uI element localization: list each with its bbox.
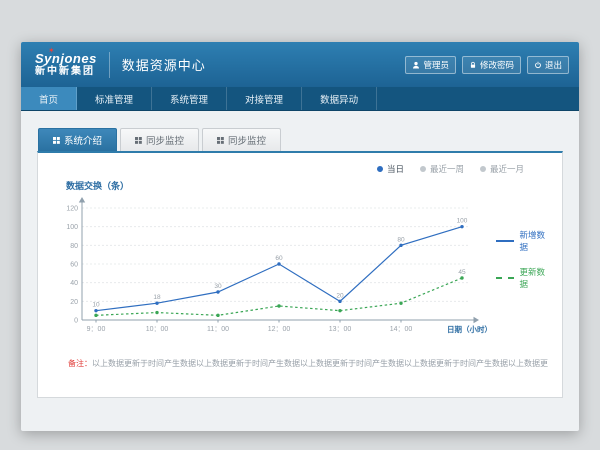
legend-item-updated-data: 更新数据 bbox=[496, 266, 548, 290]
logo-subtext: 新中新集团 bbox=[35, 67, 97, 77]
logo-text: Synjones bbox=[35, 52, 97, 65]
grid-icon bbox=[135, 137, 142, 144]
svg-text:9：00: 9：00 bbox=[87, 326, 106, 333]
change-password-button[interactable]: 修改密码 bbox=[462, 56, 521, 74]
filter-last-month[interactable]: 最近一月 bbox=[480, 163, 524, 175]
nav-item-standard-mgmt[interactable]: 标准管理 bbox=[77, 87, 152, 110]
svg-text:11：00: 11：00 bbox=[207, 326, 229, 333]
period-filter-group: 当日 最近一周 最近一月 bbox=[52, 163, 524, 175]
svg-text:20: 20 bbox=[70, 299, 78, 306]
content-area: 系统介绍 同步监控 同步监控 当日 最近一周 bbox=[21, 111, 579, 398]
header-divider bbox=[109, 52, 110, 78]
svg-text:13：00: 13：00 bbox=[329, 326, 352, 333]
admin-button[interactable]: 管理员 bbox=[405, 56, 456, 74]
svg-text:10：00: 10：00 bbox=[146, 326, 169, 333]
svg-text:30: 30 bbox=[214, 283, 222, 290]
logo: Synjones ✶ 新中新集团 bbox=[35, 52, 97, 77]
main-nav: 首页 标准管理 系统管理 对接管理 数据异动 bbox=[21, 87, 579, 111]
app-header: Synjones ✶ 新中新集团 数据资源中心 管理员 修改密码 退出 bbox=[21, 42, 579, 87]
svg-text:10: 10 bbox=[92, 302, 100, 309]
app-window: Synjones ✶ 新中新集团 数据资源中心 管理员 修改密码 退出 首页 标… bbox=[21, 42, 579, 431]
tab-system-intro[interactable]: 系统介绍 bbox=[38, 128, 117, 151]
nav-item-data-change[interactable]: 数据异动 bbox=[302, 87, 377, 110]
svg-text:日期（小时）: 日期（小时） bbox=[447, 324, 492, 334]
y-axis-label: 数据交换（条） bbox=[66, 179, 548, 192]
note-text: 以上数据更新于时间产生数据以上数据更新于时间产生数据以上数据更新于时间产生数据以… bbox=[92, 359, 548, 368]
line-sample-icon bbox=[496, 277, 514, 279]
app-title: 数据资源中心 bbox=[122, 55, 206, 74]
tab-sync-monitor-2[interactable]: 同步监控 bbox=[202, 128, 281, 151]
lock-icon bbox=[469, 61, 477, 69]
svg-text:80: 80 bbox=[397, 236, 405, 243]
legend-item-new-data: 新增数据 bbox=[496, 229, 548, 253]
chart-row: 0 20 40 60 80 100 120 9：00 10：00 11：00 12：00 13：00 1… bbox=[52, 192, 548, 344]
line-sample-icon bbox=[496, 240, 514, 242]
series-legend: 新增数据 更新数据 bbox=[496, 229, 548, 290]
tab-label: 系统介绍 bbox=[64, 133, 102, 147]
logout-button[interactable]: 退出 bbox=[527, 56, 569, 74]
admin-button-label: 管理员 bbox=[423, 59, 449, 71]
svg-text:80: 80 bbox=[70, 243, 78, 250]
footnote: 备注：以上数据更新于时间产生数据以上数据更新于时间产生数据以上数据更新于时间产生… bbox=[68, 358, 548, 369]
dot-icon bbox=[480, 166, 486, 172]
desktop-background: { "header": { "logo_text": "Synjones", "… bbox=[0, 0, 600, 450]
logo-star-icon: ✶ bbox=[48, 47, 55, 55]
svg-text:45: 45 bbox=[458, 269, 466, 276]
nav-item-home[interactable]: 首页 bbox=[21, 87, 77, 110]
svg-text:40: 40 bbox=[70, 280, 78, 287]
tab-label: 同步监控 bbox=[228, 133, 266, 147]
legend-label: 更新数据 bbox=[519, 266, 548, 290]
grid-icon bbox=[53, 137, 60, 144]
svg-text:14：00: 14：00 bbox=[390, 326, 413, 333]
legend-label: 新增数据 bbox=[519, 229, 548, 253]
dot-icon bbox=[420, 166, 426, 172]
svg-text:18: 18 bbox=[153, 294, 161, 301]
grid-icon bbox=[217, 137, 224, 144]
dot-icon bbox=[377, 166, 383, 172]
svg-text:100: 100 bbox=[66, 224, 78, 231]
nav-item-integration-mgmt[interactable]: 对接管理 bbox=[227, 87, 302, 110]
chart-panel: 当日 最近一周 最近一月 数据交换（条） 0 20 40 60 80 100 120 9：00… bbox=[37, 151, 563, 398]
header-actions: 管理员 修改密码 退出 bbox=[405, 56, 569, 74]
filter-label: 最近一月 bbox=[490, 163, 524, 175]
svg-text:60: 60 bbox=[275, 255, 283, 262]
filter-label: 最近一周 bbox=[430, 163, 464, 175]
line-chart: 0 20 40 60 80 100 120 9：00 10：00 11：00 12：00 13：00 1… bbox=[52, 192, 494, 344]
change-password-label: 修改密码 bbox=[480, 59, 514, 71]
filter-today[interactable]: 当日 bbox=[377, 163, 404, 175]
logout-label: 退出 bbox=[545, 59, 562, 71]
svg-text:12：00: 12：00 bbox=[268, 326, 291, 333]
svg-text:100: 100 bbox=[457, 218, 468, 225]
tab-bar: 系统介绍 同步监控 同步监控 bbox=[37, 128, 563, 151]
filter-last-week[interactable]: 最近一周 bbox=[420, 163, 464, 175]
note-prefix: 备注： bbox=[68, 359, 92, 368]
svg-text:60: 60 bbox=[70, 262, 78, 269]
nav-item-system-mgmt[interactable]: 系统管理 bbox=[152, 87, 227, 110]
svg-text:0: 0 bbox=[74, 318, 78, 325]
filter-label: 当日 bbox=[387, 163, 404, 175]
user-icon bbox=[412, 61, 420, 69]
svg-text:20: 20 bbox=[336, 292, 344, 299]
svg-text:120: 120 bbox=[66, 206, 78, 213]
tab-sync-monitor-1[interactable]: 同步监控 bbox=[120, 128, 199, 151]
tab-label: 同步监控 bbox=[146, 133, 184, 147]
power-icon bbox=[534, 61, 542, 69]
